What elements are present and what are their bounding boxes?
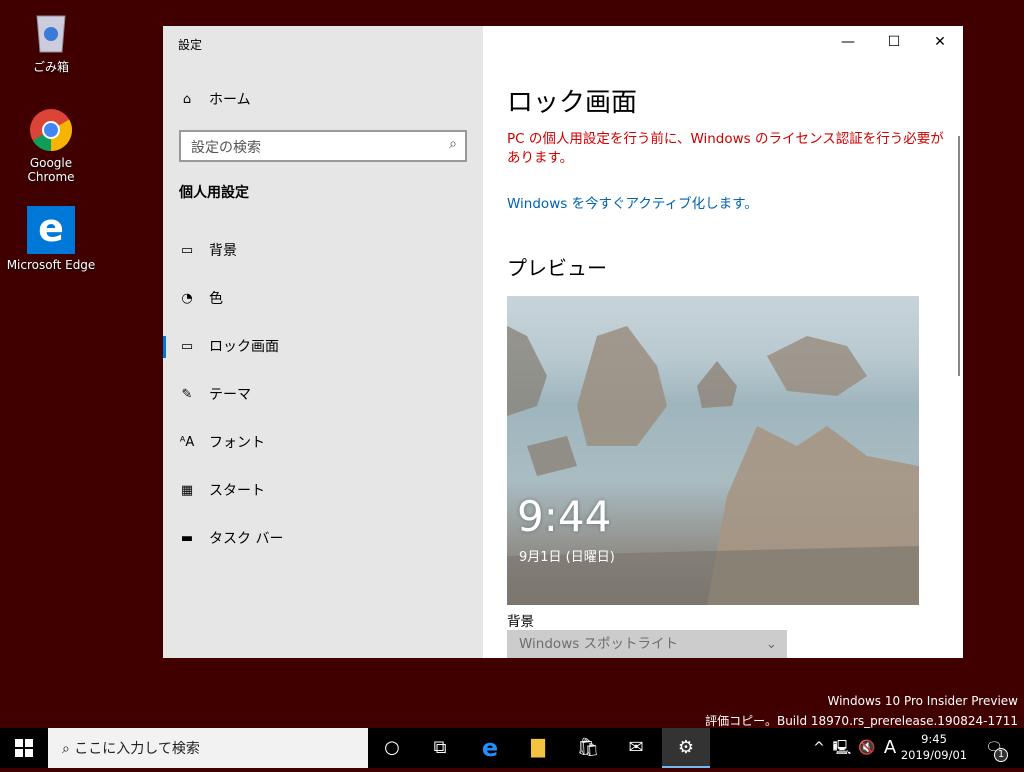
- start-button[interactable]: [0, 728, 48, 768]
- home-icon: ⌂: [182, 91, 192, 107]
- maximize-button[interactable]: ☐: [871, 26, 917, 58]
- nav-label: タスク バー: [209, 531, 284, 547]
- settings-taskbar-button[interactable]: ⚙: [662, 728, 710, 768]
- license-warning: PC の個人用設定を行う前に、Windows のライセンス認証を行う必要がありま…: [507, 131, 944, 166]
- palette-icon: ◔: [181, 290, 193, 306]
- clock-date: 2019/09/01: [900, 748, 968, 762]
- mail-icon: ✉: [628, 737, 644, 758]
- nav-fonts[interactable]: ᴬA フォント: [163, 422, 483, 462]
- search-placeholder: 設定の検索: [191, 140, 261, 156]
- settings-content: — ☐ ✕ ロック画面 PC の個人用設定を行う前に、Windows のライセン…: [483, 26, 963, 658]
- chrome-icon: [29, 108, 73, 152]
- section-heading: 個人用設定: [179, 185, 249, 201]
- nav-label: 色: [209, 291, 223, 307]
- search-placeholder: ここに入力して検索: [74, 741, 200, 757]
- ime-indicator[interactable]: A: [880, 728, 900, 768]
- chevron-up-icon: ^: [813, 740, 825, 756]
- desktop-icon-label: Google Chrome: [27, 156, 75, 184]
- background-dropdown[interactable]: Windows スポットライト ⌄: [507, 630, 787, 658]
- preview-date: 9月1日 (日曜日): [519, 550, 615, 565]
- volume-muted-icon[interactable]: 🔇: [856, 728, 878, 768]
- desktop-icon-label: ごみ箱: [32, 60, 69, 74]
- edge-icon: e: [481, 734, 499, 762]
- search-icon: ⌕: [62, 741, 75, 757]
- nav-home[interactable]: ⌂ ホーム: [163, 79, 483, 119]
- lock-screen-preview: 9:44 9月1日 (日曜日): [507, 296, 919, 605]
- scrollbar[interactable]: [958, 136, 960, 376]
- folder-icon: ▇: [531, 737, 545, 758]
- font-icon: ᴬA: [179, 434, 195, 450]
- settings-search-input[interactable]: 設定の検索 ⌕: [179, 130, 467, 162]
- store-icon: 🛍: [576, 737, 600, 758]
- dropdown-value: Windows スポットライト: [519, 636, 679, 652]
- taskbar-search-input[interactable]: ⌕ ここに入力して検索: [48, 728, 368, 768]
- task-view-icon: ⧉: [433, 737, 447, 758]
- desktop-icon-edge[interactable]: e Microsoft Edge: [6, 206, 96, 272]
- page-title: ロック画面: [507, 88, 638, 118]
- explorer-button[interactable]: ▇: [514, 728, 562, 768]
- recycle-bin-icon: [29, 10, 73, 54]
- start-icon: ▦: [180, 482, 194, 498]
- nav-themes[interactable]: ✎ テーマ: [163, 374, 483, 414]
- settings-sidebar: 設定 ⌂ ホーム 設定の検索 ⌕ 個人用設定 ▭ 背景 ◔ 色 ▭ ロック画面 ✎ テーマ …: [163, 26, 483, 658]
- nav-background[interactable]: ▭ 背景: [163, 230, 483, 270]
- taskbar-icon: ▬: [180, 530, 194, 546]
- background-label: 背景: [507, 614, 534, 630]
- nav-start[interactable]: ▦ スタート: [163, 470, 483, 510]
- nav-label: フォント: [209, 435, 265, 451]
- chevron-down-icon: ⌄: [765, 636, 777, 652]
- preview-heading: プレビュー: [507, 256, 607, 280]
- search-icon: ⌕: [449, 136, 457, 152]
- mail-button[interactable]: ✉: [612, 728, 660, 768]
- watermark-line1: Windows 10 Pro Insider Preview: [827, 694, 1018, 708]
- windows-logo-icon: [15, 739, 33, 757]
- nav-lock-screen[interactable]: ▭ ロック画面: [163, 326, 483, 366]
- window-title: 設定: [178, 38, 203, 52]
- clock-time: 9:45: [921, 732, 947, 746]
- task-view-button[interactable]: ⧉: [416, 728, 464, 768]
- nav-label: テーマ: [209, 387, 251, 403]
- settings-window: 設定 ⌂ ホーム 設定の検索 ⌕ 個人用設定 ▭ 背景 ◔ 色 ▭ ロック画面 ✎ テーマ …: [163, 26, 963, 658]
- notification-count: 1: [994, 748, 1008, 762]
- clock[interactable]: 9:45 2019/09/01: [900, 728, 968, 768]
- nav-colors[interactable]: ◔ 色: [163, 278, 483, 318]
- minimize-button[interactable]: —: [825, 26, 871, 58]
- gear-icon: ⚙: [677, 737, 695, 758]
- desktop-icon-recycle-bin[interactable]: ごみ箱: [6, 10, 96, 75]
- network-icon[interactable]: 🖳: [832, 728, 852, 768]
- nav-label: ロック画面: [209, 339, 279, 355]
- nav-label: 背景: [209, 243, 237, 259]
- watermark-line2: 評価コピー。Build 18970.rs_prerelease.190824-1…: [705, 714, 1018, 728]
- preview-time: 9:44: [517, 492, 612, 541]
- nav-label: ホーム: [209, 92, 251, 108]
- desktop-icon-label: Microsoft Edge: [6, 258, 96, 272]
- picture-icon: ▭: [180, 242, 194, 258]
- nav-taskbar[interactable]: ▬ タスク バー: [163, 518, 483, 558]
- action-center-button[interactable]: 🗨 1: [978, 728, 1010, 768]
- nav-label: スタート: [209, 483, 265, 499]
- show-hidden-icons-button[interactable]: ^: [810, 728, 828, 768]
- close-button[interactable]: ✕: [917, 26, 963, 58]
- cortana-button[interactable]: ○: [368, 728, 416, 768]
- lock-screen-icon: ▭: [180, 338, 194, 354]
- cortana-icon: ○: [384, 737, 400, 758]
- edge-icon: e: [27, 206, 75, 254]
- store-button[interactable]: 🛍: [564, 728, 612, 768]
- edge-taskbar-button[interactable]: e: [466, 728, 514, 768]
- theme-icon: ✎: [181, 386, 193, 402]
- desktop-icon-chrome[interactable]: Google Chrome: [6, 108, 96, 184]
- activate-link[interactable]: Windows を今すぐアクティブ化します。: [507, 192, 758, 212]
- taskbar: ⌕ ここに入力して検索 ○ ⧉ e ▇ 🛍 ✉ ⚙ ^ 🖳 🔇 A 9:45 20…: [0, 728, 1024, 768]
